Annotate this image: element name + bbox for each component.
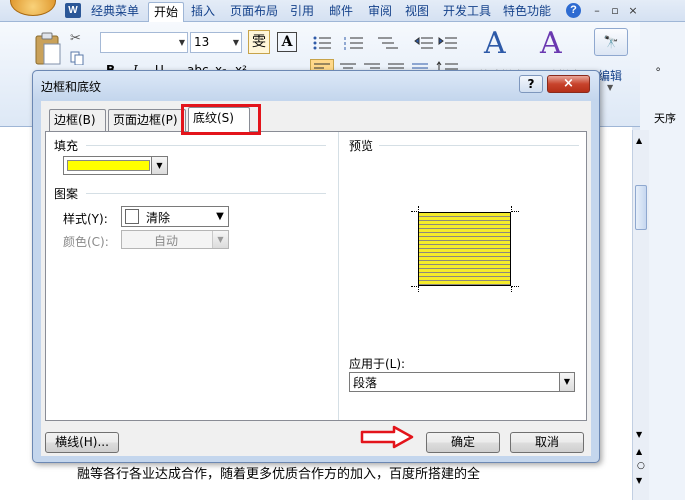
apply-to-select[interactable]: 段落 ▼ xyxy=(349,372,575,392)
arrow-annotation-icon xyxy=(360,425,414,449)
tab-special-features[interactable]: 特色功能 xyxy=(498,2,556,22)
style-swatch xyxy=(125,209,139,224)
ribbon-tab-bar: W 经典菜单 开始 插入 页面布局 引用 邮件 审阅 视图 开发工具 特色功能 … xyxy=(0,0,685,22)
next-page-icon[interactable]: ▼ xyxy=(636,476,642,485)
char-border-button[interactable]: A xyxy=(277,32,297,52)
preview-corner-mark xyxy=(511,206,519,212)
office-button[interactable] xyxy=(10,0,56,16)
copy-icon[interactable] xyxy=(69,50,84,66)
shading-preview[interactable] xyxy=(418,212,511,286)
pattern-color-value: 自动 xyxy=(154,234,179,248)
restore-icon[interactable]: ▫ xyxy=(608,4,622,17)
multilevel-list-icon[interactable] xyxy=(374,32,404,52)
fill-section-label: 填充 xyxy=(54,139,79,153)
preview-corner-mark xyxy=(511,286,519,292)
horizontal-line-button[interactable]: 横线(H)... xyxy=(45,432,119,453)
tab-borders[interactable]: 边框(B) xyxy=(49,109,106,131)
chevron-down-icon[interactable]: ▼ xyxy=(212,231,228,248)
cut-icon[interactable]: ✂ xyxy=(69,30,83,46)
chevron-down-icon: ▼ xyxy=(178,38,185,47)
minimize-icon[interactable]: – xyxy=(590,4,604,17)
tab-page-layout[interactable]: 页面布局 xyxy=(225,2,283,22)
help-icon[interactable]: ? xyxy=(566,3,581,18)
tab-highlight-annotation xyxy=(181,104,261,135)
pattern-color-label: 颜色(C): xyxy=(63,235,109,249)
change-styles-icon[interactable]: A xyxy=(540,26,562,61)
apply-to-label: 应用于(L): xyxy=(349,357,406,371)
fill-color-swatch xyxy=(67,160,150,171)
scroll-up-icon[interactable]: ▲ xyxy=(636,136,642,145)
tab-view[interactable]: 视图 xyxy=(400,2,434,22)
tab-classic-menu[interactable]: 经典菜单 xyxy=(86,2,144,22)
preview-separator xyxy=(379,145,579,146)
dialog-body: 边框(B) 页面边框(P) 底纹(S) 填充 ▼ 图案 样式(Y): 清除 ▼ … xyxy=(41,101,591,456)
word-doc-icon: W xyxy=(65,3,81,18)
scroll-down-icon[interactable]: ▼ xyxy=(636,430,642,439)
fill-color-picker[interactable]: ▼ xyxy=(63,156,168,175)
paste-button[interactable] xyxy=(32,30,62,66)
shading-panel: 填充 ▼ 图案 样式(Y): 清除 ▼ 颜色(C): 自动 ▼ 预览 应用于(L… xyxy=(45,131,587,421)
side-text-fragment: 天序 xyxy=(654,112,676,125)
font-size-value: 13 xyxy=(194,35,210,49)
tab-mailings[interactable]: 邮件 xyxy=(324,2,358,22)
fill-separator xyxy=(86,145,326,146)
font-name-combo[interactable]: ▼ xyxy=(100,32,188,53)
tab-references[interactable]: 引用 xyxy=(285,2,319,22)
pattern-separator xyxy=(86,193,326,194)
dialog-help-button[interactable]: ? xyxy=(519,75,543,93)
pattern-style-select[interactable]: 清除 ▼ xyxy=(121,206,229,227)
scroll-thumb[interactable] xyxy=(635,185,647,230)
tab-developer[interactable]: 开发工具 xyxy=(438,2,496,22)
decrease-indent-icon[interactable] xyxy=(412,32,434,52)
dialog-close-button[interactable]: × xyxy=(547,75,590,93)
numbering-icon[interactable] xyxy=(342,32,366,52)
prev-page-icon[interactable]: ▲ xyxy=(636,447,642,456)
vertical-scrollbar[interactable]: ▲ ▼ ▲ ○ ▼ xyxy=(632,130,649,500)
chevron-down-icon: ▼ xyxy=(232,38,239,47)
cancel-button[interactable]: 取消 xyxy=(510,432,584,453)
tab-review[interactable]: 审阅 xyxy=(363,2,397,22)
borders-shading-dialog: 边框和底纹 ? × 边框(B) 页面边框(P) 底纹(S) 填充 ▼ 图案 样式… xyxy=(32,70,600,463)
ok-button[interactable]: 确定 xyxy=(426,432,500,453)
apply-to-value: 段落 xyxy=(353,376,378,390)
dialog-title: 边框和底纹 xyxy=(41,80,102,94)
side-text-period: 。 xyxy=(656,60,667,73)
phonetic-guide-button[interactable]: 雯 xyxy=(248,30,270,54)
chevron-down-icon[interactable]: ▼ xyxy=(559,373,574,391)
close-doc-icon[interactable]: × xyxy=(626,4,640,17)
pattern-style-value: 清除 xyxy=(146,211,171,225)
quick-styles-icon[interactable]: A xyxy=(484,26,506,61)
chevron-down-icon[interactable]: ▼ xyxy=(212,207,228,226)
pattern-color-select[interactable]: 自动 ▼ xyxy=(121,230,229,249)
paste-icon xyxy=(35,32,61,65)
find-binoculars-icon[interactable]: 🔭 xyxy=(594,28,628,56)
column-divider xyxy=(338,132,339,420)
preview-corner-mark xyxy=(411,206,419,212)
font-size-combo[interactable]: 13 ▼ xyxy=(190,32,242,53)
chevron-down-icon[interactable]: ▼ xyxy=(606,82,614,93)
tab-page-border[interactable]: 页面边框(P) xyxy=(108,109,186,131)
chevron-down-icon[interactable]: ▼ xyxy=(151,157,167,174)
tab-home[interactable]: 开始 xyxy=(148,2,185,22)
pattern-style-label: 样式(Y): xyxy=(63,212,108,226)
preview-section-label: 预览 xyxy=(349,139,374,153)
dialog-title-bar[interactable]: 边框和底纹 ? × xyxy=(33,71,599,100)
increase-indent-icon[interactable] xyxy=(436,32,458,52)
preview-corner-mark xyxy=(411,286,419,292)
browse-object-icon[interactable]: ○ xyxy=(637,461,645,471)
bullets-icon[interactable] xyxy=(310,32,334,52)
pattern-section-label: 图案 xyxy=(54,187,79,201)
document-body-text: 融等各行各业达成合作，随着更多优质合作方的加入，百度所搭建的全 xyxy=(77,467,481,482)
tab-insert[interactable]: 插入 xyxy=(186,2,220,22)
